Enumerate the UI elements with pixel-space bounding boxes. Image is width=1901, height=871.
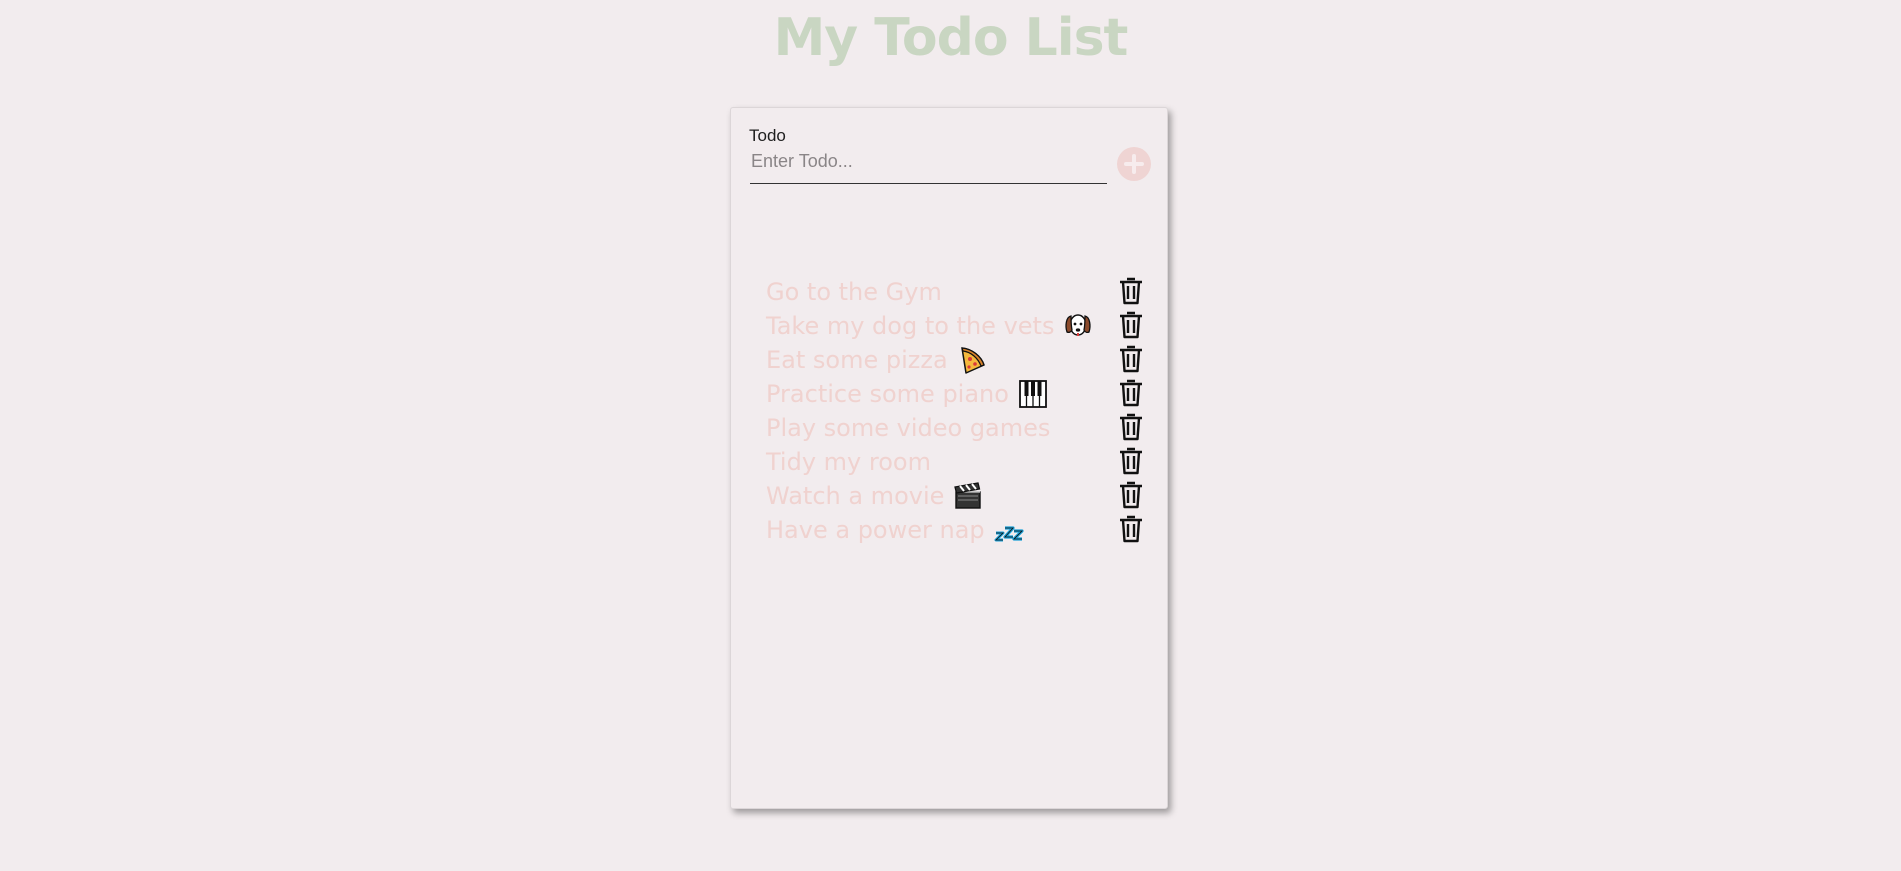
- trash-icon: [1120, 515, 1142, 543]
- todo-item: Watch a movie: [766, 479, 1161, 513]
- piano-keys-icon: [1019, 380, 1047, 408]
- delete-button[interactable]: [1118, 379, 1144, 407]
- todo-text: Eat some pizza: [766, 346, 948, 374]
- pizza-icon: [960, 347, 985, 374]
- trash-icon: [1120, 277, 1142, 305]
- trash-icon: [1120, 311, 1142, 339]
- delete-button[interactable]: [1118, 345, 1144, 373]
- todo-text: Play some video games: [766, 414, 1051, 442]
- todo-item: Eat some pizza: [766, 343, 1161, 377]
- trash-icon: [1120, 481, 1142, 509]
- todo-text: Have a power nap: [766, 516, 985, 544]
- delete-button[interactable]: [1118, 515, 1144, 543]
- delete-button[interactable]: [1118, 481, 1144, 509]
- todo-text: Take my dog to the vets: [766, 312, 1055, 340]
- trash-icon: [1120, 379, 1142, 407]
- dog-face-icon: [1065, 314, 1092, 336]
- app-title: My Todo List: [773, 8, 1129, 68]
- add-todo-button[interactable]: [1117, 147, 1151, 181]
- todo-list: Go to the Gym Take my dog to the vets Ea…: [766, 275, 1161, 547]
- delete-button[interactable]: [1118, 447, 1144, 475]
- todo-card: Todo Go to the Gym Take my dog to the ve…: [730, 107, 1168, 809]
- delete-button[interactable]: [1118, 277, 1144, 305]
- delete-button[interactable]: [1118, 413, 1144, 441]
- todo-text: Go to the Gym: [766, 278, 942, 306]
- todo-item: Take my dog to the vets: [766, 309, 1161, 343]
- todo-text: Tidy my room: [766, 448, 931, 476]
- page: My Todo List Todo Go to the Gym Take my …: [0, 0, 1901, 871]
- todo-item: Practice some piano: [766, 377, 1161, 411]
- trash-icon: [1120, 345, 1142, 373]
- todo-text: Watch a movie: [766, 482, 945, 510]
- todo-item: Have a power nap: [766, 513, 1161, 547]
- trash-icon: [1120, 447, 1142, 475]
- delete-button[interactable]: [1118, 311, 1144, 339]
- todo-item: Play some video games: [766, 411, 1161, 445]
- todo-input[interactable]: [750, 140, 1107, 184]
- todo-item: Go to the Gym: [766, 275, 1161, 309]
- todo-text: Practice some piano: [766, 380, 1009, 408]
- trash-icon: [1120, 413, 1142, 441]
- todo-item: Tidy my room: [766, 445, 1161, 479]
- zzz-icon: [994, 526, 1024, 542]
- clapper-board-icon: [954, 482, 982, 509]
